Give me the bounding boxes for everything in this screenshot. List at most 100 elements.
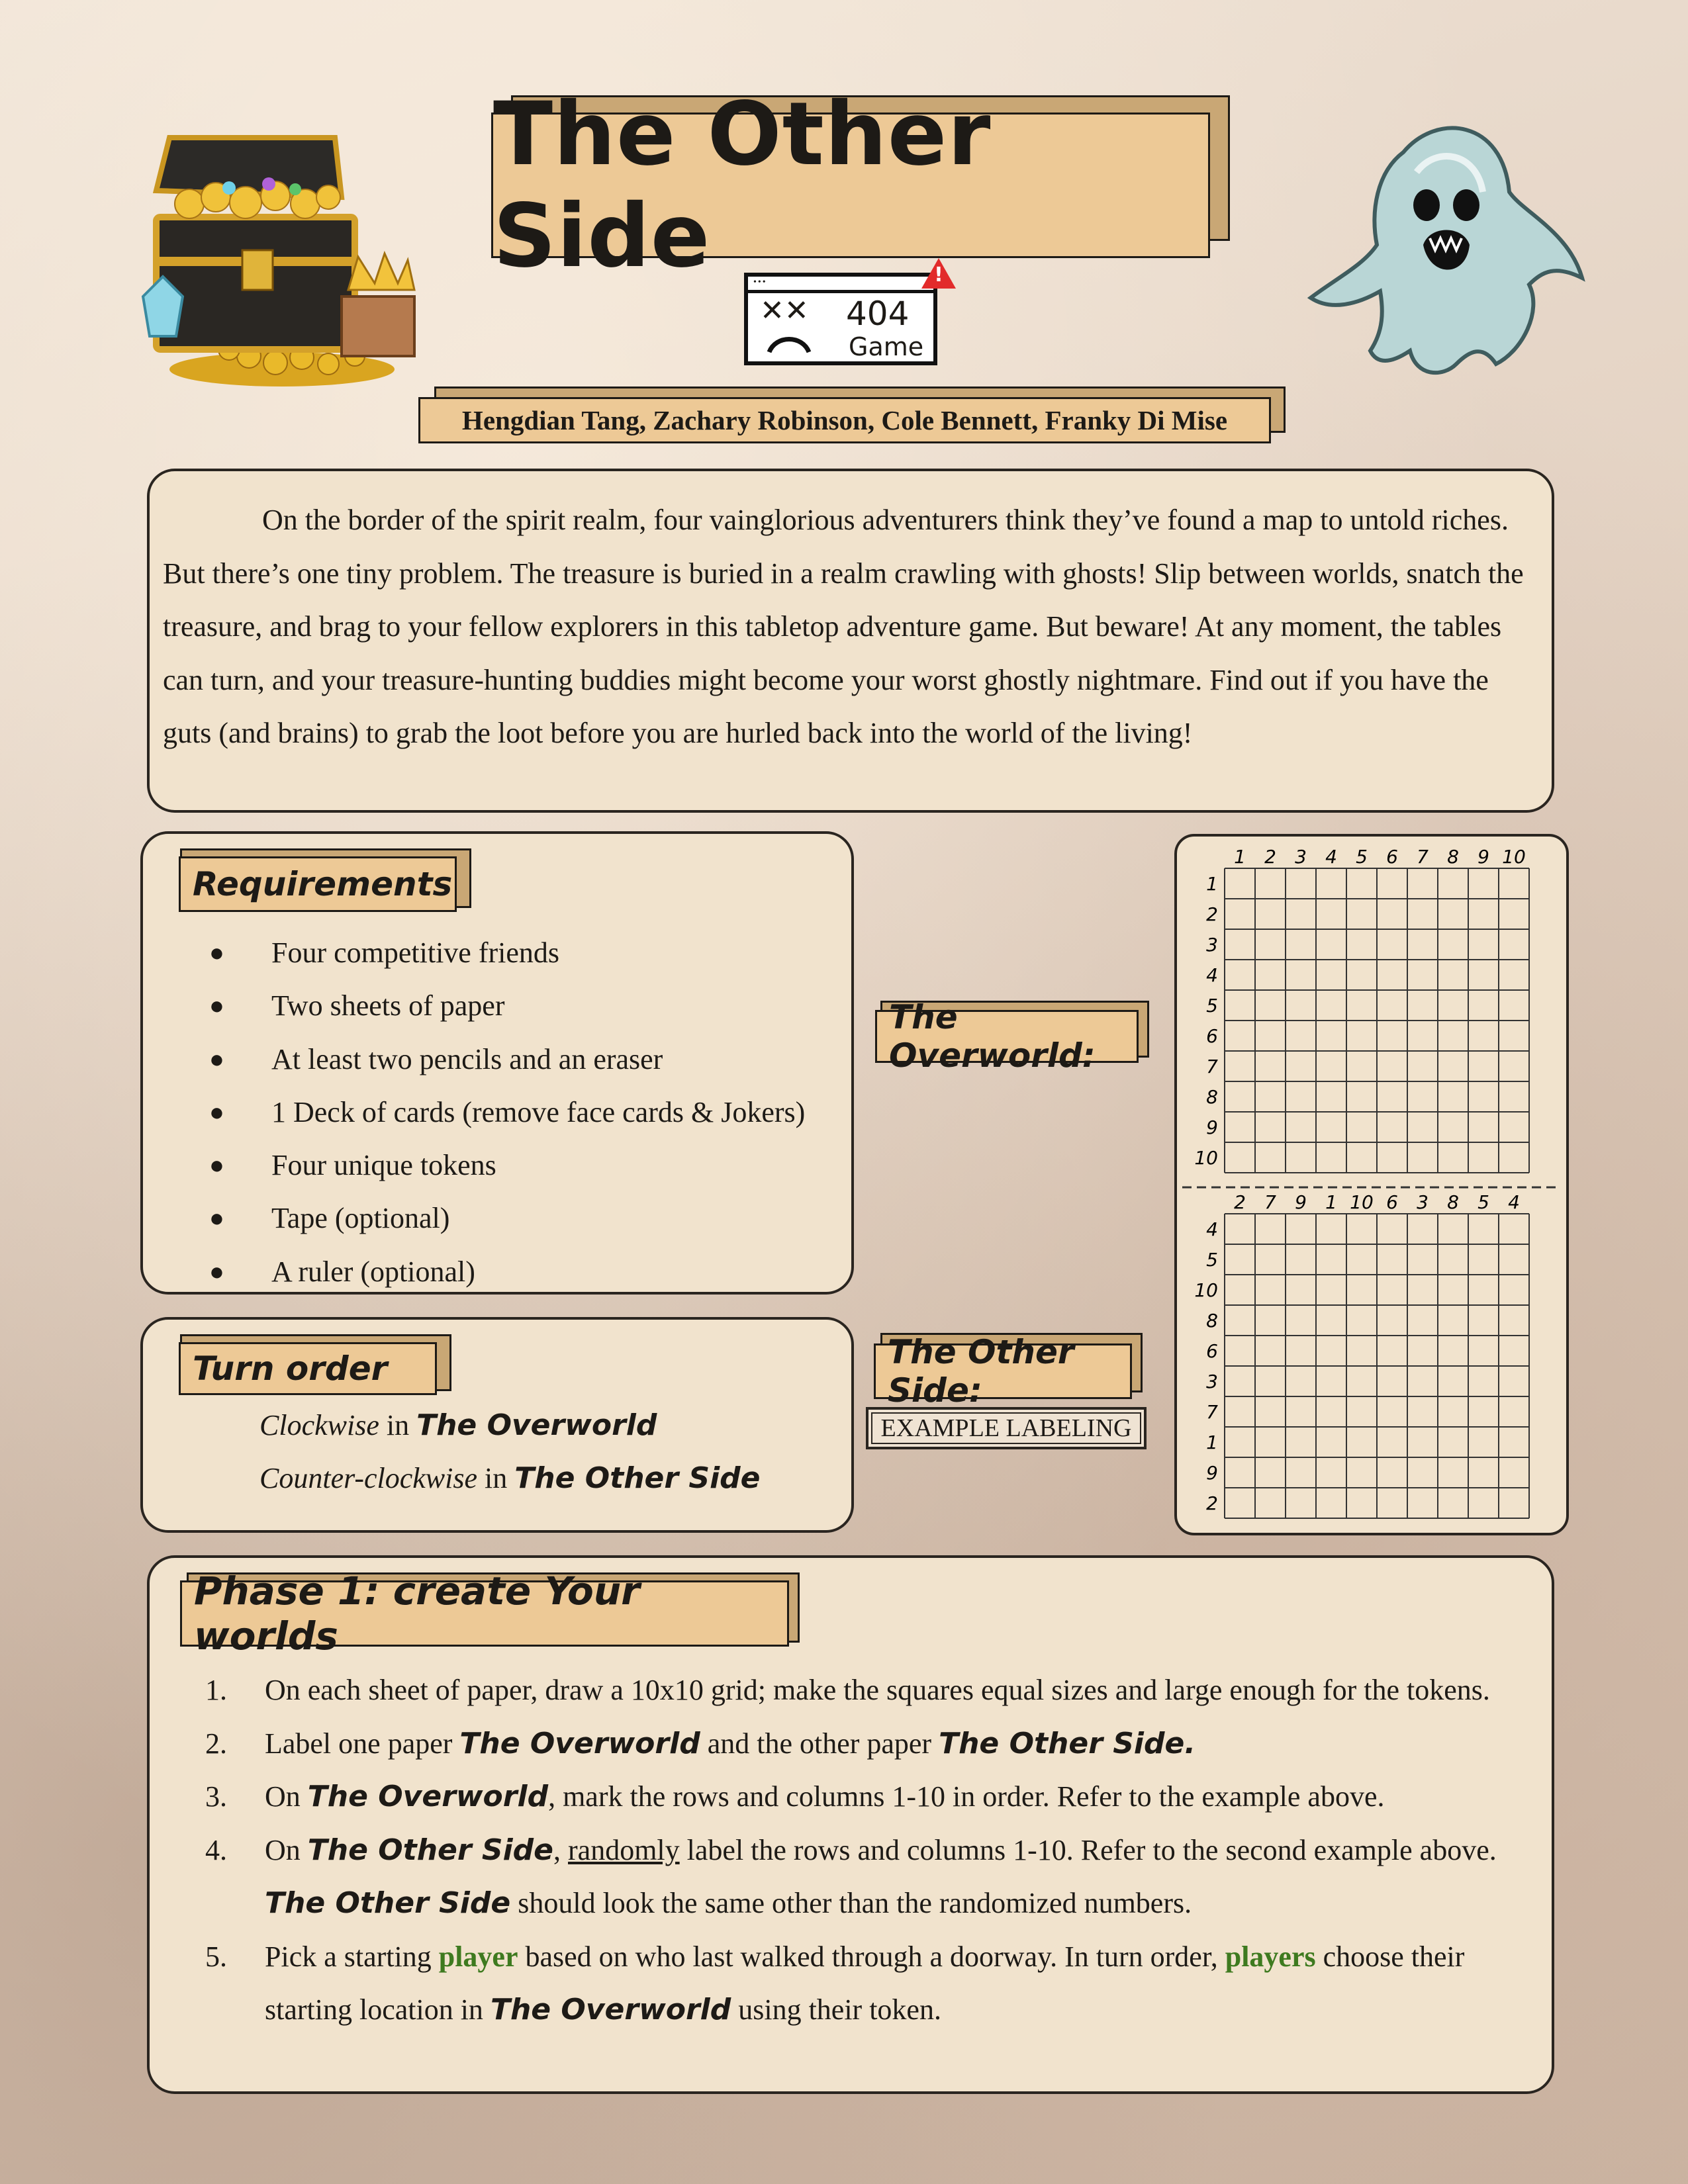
phase1-tab: Phase 1: create Your worlds — [180, 1569, 789, 1659]
phase1-step: 5. Pick a starting player based on who la… — [205, 1931, 1516, 2037]
phase1-step: 2. Label one paper The Overworld and the … — [205, 1717, 1516, 1771]
badge-window-dots: ••• — [753, 277, 767, 287]
title-banner: The Other Side — [491, 83, 1210, 287]
authors-banner: Hengdian Tang, Zachary Robinson, Cole Be… — [418, 397, 1271, 443]
bullet-icon: ● — [209, 1045, 224, 1073]
keyword: player — [438, 1940, 518, 1973]
phase1-steps: 1. On each sheet of paper, draw a 10x10 g… — [205, 1664, 1516, 2037]
phase1-step: 3. On The Overworld, mark the rows and co… — [205, 1770, 1516, 1824]
grid-examples: 1 2 3 4 5 6 7 8 9 10123456789102 7 9 1 10 6 3 8 5 44510863… — [1182, 846, 1561, 1519]
column-label: 2 — [1234, 1191, 1246, 1213]
text-run: Label one paper — [265, 1727, 460, 1760]
requirement-item: ● Two sheets of paper — [209, 979, 805, 1032]
text-run: On — [265, 1780, 308, 1813]
row-label: 9 — [1206, 1462, 1218, 1484]
phase1-heading: Phase 1: create Your worlds — [194, 1569, 640, 1659]
requirement-item: ● Four unique tokens — [209, 1139, 805, 1192]
requirement-text: Two sheets of paper — [271, 989, 505, 1023]
example-labeling-text: EXAMPLE LABELING — [880, 1414, 1132, 1442]
requirements-heading: Requirements — [193, 865, 453, 903]
requirement-text: Tape (optional) — [271, 1202, 450, 1235]
column-label: 7 — [1417, 846, 1429, 868]
row-label: 7 — [1206, 1056, 1218, 1077]
bullet-icon: ● — [209, 1205, 224, 1233]
row-label: 8 — [1206, 1310, 1218, 1332]
world-name: The Overworld — [490, 1993, 731, 2026]
requirement-text: Four unique tokens — [271, 1149, 496, 1182]
world-name: The Other Side — [265, 1886, 511, 1920]
column-label: 3 — [1417, 1191, 1429, 1213]
treasure-chest-icon — [141, 135, 416, 387]
bullet-icon: ● — [209, 939, 224, 967]
intro-panel: On the border of the spirit realm, four … — [147, 469, 1554, 813]
step-number: 3. — [205, 1780, 227, 1813]
column-label: 1 — [1234, 846, 1246, 868]
turn-order-line: Clockwise in The Overworld — [259, 1399, 657, 1452]
step-number: 5. — [205, 1940, 227, 1973]
text-run: and the other paper — [700, 1727, 939, 1760]
requirements-list: ● Four competitive friends ● Two sheets of … — [209, 927, 805, 1298]
row-label: 1 — [1206, 1432, 1218, 1453]
step-text: Label one paper The Overworld and the ot… — [265, 1727, 1196, 1760]
row-label: 10 — [1194, 1279, 1218, 1301]
row-label: 5 — [1206, 995, 1218, 1017]
row-label: 1 — [1206, 873, 1218, 895]
row-label: 5 — [1206, 1249, 1218, 1271]
column-label: 3 — [1295, 846, 1307, 868]
sad-mouth-icon — [767, 337, 812, 353]
world-name: The Other Side. — [939, 1726, 1196, 1760]
step-text: On each sheet of paper, draw a 10x10 gri… — [265, 1674, 1490, 1706]
page-title: The Other Side — [493, 83, 992, 287]
alert-icon: ! — [920, 257, 957, 290]
column-label: 7 — [1264, 1191, 1276, 1213]
text-run: On each sheet of paper, draw a 10x10 gri… — [265, 1674, 1490, 1706]
authors: Hengdian Tang, Zachary Robinson, Cole Be… — [461, 405, 1228, 435]
row-label: 3 — [1206, 1371, 1218, 1392]
row-label: 4 — [1206, 964, 1218, 986]
badge-window-bar: ••• — [748, 277, 933, 293]
row-label: 2 — [1206, 1492, 1218, 1514]
column-label: 4 — [1325, 846, 1337, 868]
ghost-icon — [1307, 126, 1585, 375]
world-name: The Overworld — [307, 1780, 549, 1813]
alert-mark: ! — [934, 263, 943, 287]
overworld-grid — [1224, 868, 1530, 1173]
row-label: 3 — [1206, 934, 1218, 956]
emphasis: randomly — [568, 1833, 680, 1866]
column-label: 6 — [1386, 1191, 1398, 1213]
column-label: 4 — [1508, 1191, 1520, 1213]
intro-text: On the border of the spirit realm, four … — [163, 504, 1524, 749]
step-text: On The Overworld, mark the rows and colu… — [265, 1780, 1384, 1813]
bullet-icon: ● — [209, 1257, 224, 1286]
turn-joiner: in — [386, 1409, 410, 1441]
turn-order-heading: Turn order — [193, 1349, 388, 1388]
column-label: 10 — [1350, 1191, 1374, 1213]
requirement-item: ● Four competitive friends — [209, 927, 805, 979]
step-text: On The Other Side, randomly label the ro… — [265, 1833, 1497, 1921]
bullet-icon: ● — [209, 1152, 224, 1180]
bullet-icon: ● — [209, 1098, 224, 1126]
requirement-text: 1 Deck of cards (remove face cards & Jok… — [271, 1095, 806, 1128]
column-label: 9 — [1477, 846, 1489, 868]
bullet-icon: ● — [209, 992, 224, 1021]
column-label: 5 — [1356, 846, 1368, 868]
other-side-label-text: The Other Side: — [888, 1333, 1074, 1410]
column-label: 8 — [1447, 1191, 1459, 1213]
text-run: , — [553, 1833, 569, 1866]
phase1-panel: Phase 1: create Your worlds 1. On each sh… — [147, 1555, 1554, 2094]
requirement-item: ● 1 Deck of cards (remove face cards & Jo… — [209, 1086, 805, 1139]
turn-order-line: Counter-clockwise in The Other Side — [259, 1452, 761, 1505]
row-label: 4 — [1206, 1218, 1218, 1240]
column-label: 8 — [1447, 846, 1459, 868]
column-label: 5 — [1477, 1191, 1489, 1213]
other-side-label: The Other Side: — [874, 1333, 1132, 1410]
badge-number: 404 — [846, 295, 910, 333]
row-label: 6 — [1206, 1025, 1218, 1047]
step-number: 1. — [205, 1674, 227, 1706]
turn-order-panel: Turn order Clockwise in The Overworld Co… — [140, 1317, 854, 1533]
turn-direction: Counter-clockwise — [259, 1462, 478, 1494]
phase1-step: 1. On each sheet of paper, draw a 10x10 g… — [205, 1664, 1516, 1717]
turn-world: The Other Side — [514, 1461, 761, 1495]
step-number: 2. — [205, 1727, 227, 1760]
requirement-item: ● Tape (optional) — [209, 1192, 805, 1245]
